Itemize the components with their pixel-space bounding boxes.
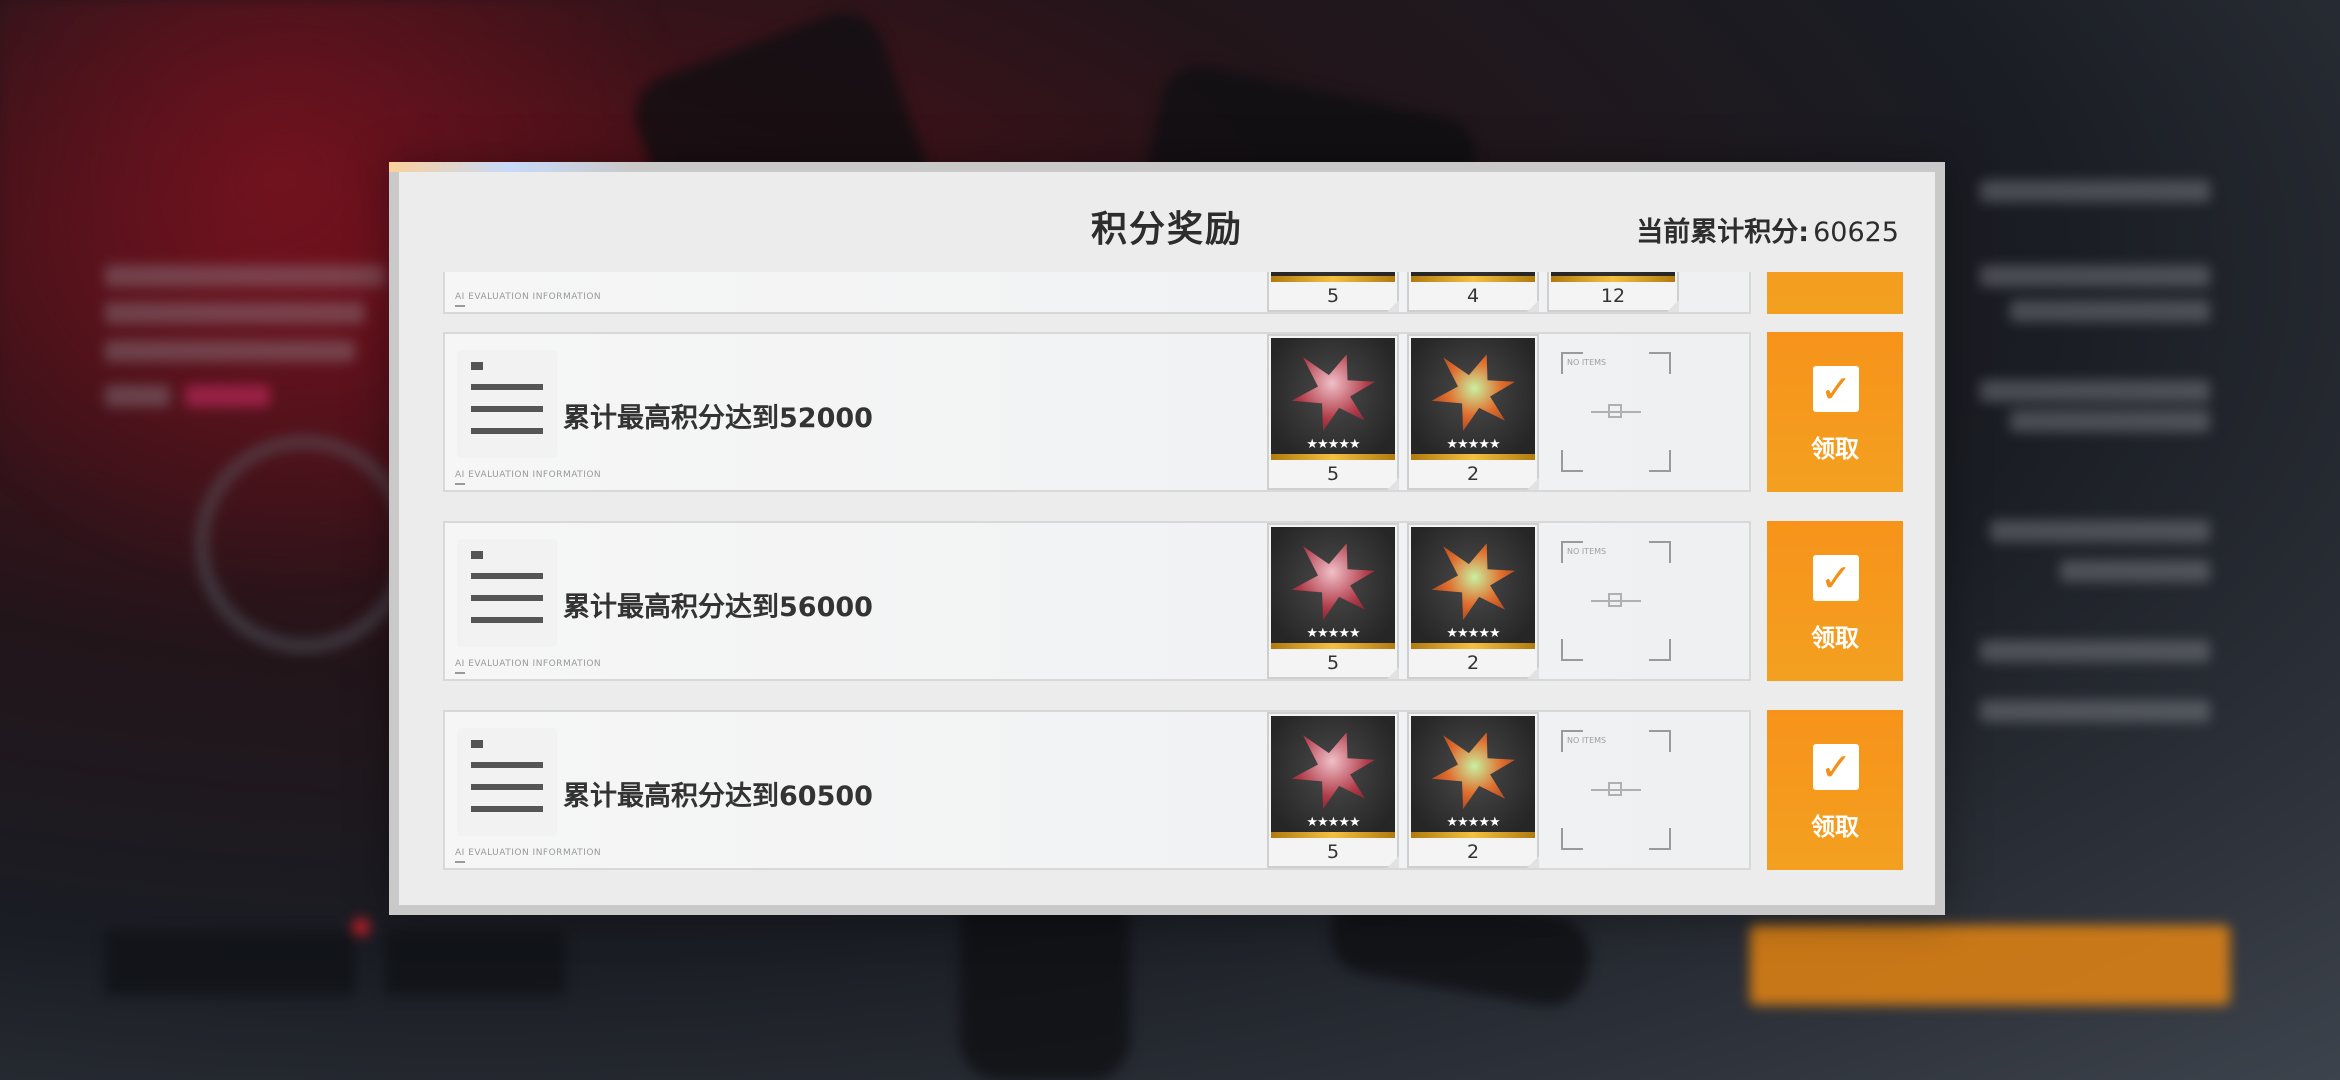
current-score: 当前累计积分: 60625 (1636, 210, 1899, 249)
claim-button[interactable] (1767, 272, 1903, 314)
task-description: 累计最高积分达到56000 (563, 592, 873, 623)
task-description: 累计最高积分达到60500 (563, 781, 873, 812)
reward-item[interactable]: 12 (1547, 272, 1679, 312)
eval-tag: AI EVALUATION INFORMATION (455, 470, 602, 485)
document-icon (457, 350, 557, 458)
orange-crystal-icon: ★★★★★ (1411, 716, 1535, 838)
orange-crystal-icon: ★★★★★ (1411, 527, 1535, 649)
reward-item-qty: 5 (1326, 285, 1340, 307)
claim-button[interactable]: ✓ 领取 (1767, 521, 1903, 681)
red-crystal-icon: ★★★★★ (1271, 716, 1395, 838)
empty-slot-tag: NO ITEMS (1567, 358, 1607, 367)
empty-slot-tag: NO ITEMS (1567, 736, 1607, 745)
reward-item-art (1551, 272, 1675, 282)
rarity-stars: ★★★★★ (1446, 437, 1500, 452)
reward-item-orange-crystal[interactable]: ★★★★★ 2 (1407, 712, 1539, 868)
reward-item-qty: 5 (1326, 463, 1340, 485)
reward-row: 累计最高积分达到60500 AI EVALUATION INFORMATION … (443, 710, 1903, 870)
reward-item-art (1411, 272, 1535, 282)
eval-tag: AI EVALUATION INFORMATION (455, 848, 602, 863)
checkmark-icon: ✓ (1813, 744, 1859, 790)
reward-list[interactable]: AI EVALUATION INFORMATION 5 4 12 累计最高积分达… (443, 272, 1903, 902)
reward-item-qty: 2 (1466, 652, 1480, 674)
rarity-stars: ★★★★★ (1446, 626, 1500, 641)
reward-item-qty: 12 (1600, 285, 1626, 307)
rarity-stars: ★★★★★ (1306, 437, 1360, 452)
empty-reward-slot: NO ITEMS (1561, 352, 1671, 472)
empty-reward-slot: NO ITEMS (1561, 541, 1671, 661)
reward-item-red-crystal[interactable]: ★★★★★ 5 (1267, 712, 1399, 868)
reward-item-qty: 5 (1326, 652, 1340, 674)
reward-item-orange-crystal[interactable]: ★★★★★ 2 (1407, 334, 1539, 490)
reward-item-red-crystal[interactable]: ★★★★★ 5 (1267, 334, 1399, 490)
reward-item[interactable]: 5 (1267, 272, 1399, 312)
claim-label: 领取 (1811, 813, 1859, 841)
checkmark-icon: ✓ (1813, 555, 1859, 601)
reward-item[interactable]: 4 (1407, 272, 1539, 312)
document-icon (457, 728, 557, 836)
reward-row: 累计最高积分达到56000 AI EVALUATION INFORMATION … (443, 521, 1903, 681)
claim-label: 领取 (1811, 624, 1859, 652)
reward-item-qty: 5 (1326, 841, 1340, 863)
task-description: 累计最高积分达到52000 (563, 403, 873, 434)
current-score-label: 当前累计积分: (1636, 217, 1810, 248)
reward-row: 累计最高积分达到52000 AI EVALUATION INFORMATION … (443, 332, 1903, 492)
rarity-stars: ★★★★★ (1306, 626, 1360, 641)
orange-crystal-icon: ★★★★★ (1411, 338, 1535, 460)
claim-button[interactable]: ✓ 领取 (1767, 710, 1903, 870)
eval-tag: AI EVALUATION INFORMATION (455, 292, 602, 307)
document-icon (457, 539, 557, 647)
red-crystal-icon: ★★★★★ (1271, 338, 1395, 460)
empty-reward-slot: NO ITEMS (1561, 730, 1671, 850)
current-score-value: 60625 (1813, 217, 1899, 248)
reward-row-card: 累计最高积分达到56000 AI EVALUATION INFORMATION … (443, 521, 1751, 681)
reward-row-card: AI EVALUATION INFORMATION 5 4 12 (443, 272, 1751, 314)
score-reward-dialog: 积分奖励 当前累计积分: 60625 AI EVALUATION INFORMAT… (389, 162, 1945, 915)
reward-item-qty: 4 (1466, 285, 1480, 307)
eval-tag: AI EVALUATION INFORMATION (455, 659, 602, 674)
reward-item-qty: 2 (1466, 841, 1480, 863)
reward-item-red-crystal[interactable]: ★★★★★ 5 (1267, 523, 1399, 679)
rarity-stars: ★★★★★ (1446, 815, 1500, 830)
reward-item-orange-crystal[interactable]: ★★★★★ 2 (1407, 523, 1539, 679)
reward-item-art (1271, 272, 1395, 282)
reward-row-card: 累计最高积分达到52000 AI EVALUATION INFORMATION … (443, 332, 1751, 492)
claim-label: 领取 (1811, 435, 1859, 463)
checkmark-icon: ✓ (1813, 366, 1859, 412)
rarity-stars: ★★★★★ (1306, 815, 1360, 830)
claim-button[interactable]: ✓ 领取 (1767, 332, 1903, 492)
reward-item-qty: 2 (1466, 463, 1480, 485)
red-crystal-icon: ★★★★★ (1271, 527, 1395, 649)
reward-row: AI EVALUATION INFORMATION 5 4 12 (443, 272, 1903, 314)
empty-slot-tag: NO ITEMS (1567, 547, 1607, 556)
reward-row-card: 累计最高积分达到60500 AI EVALUATION INFORMATION … (443, 710, 1751, 870)
